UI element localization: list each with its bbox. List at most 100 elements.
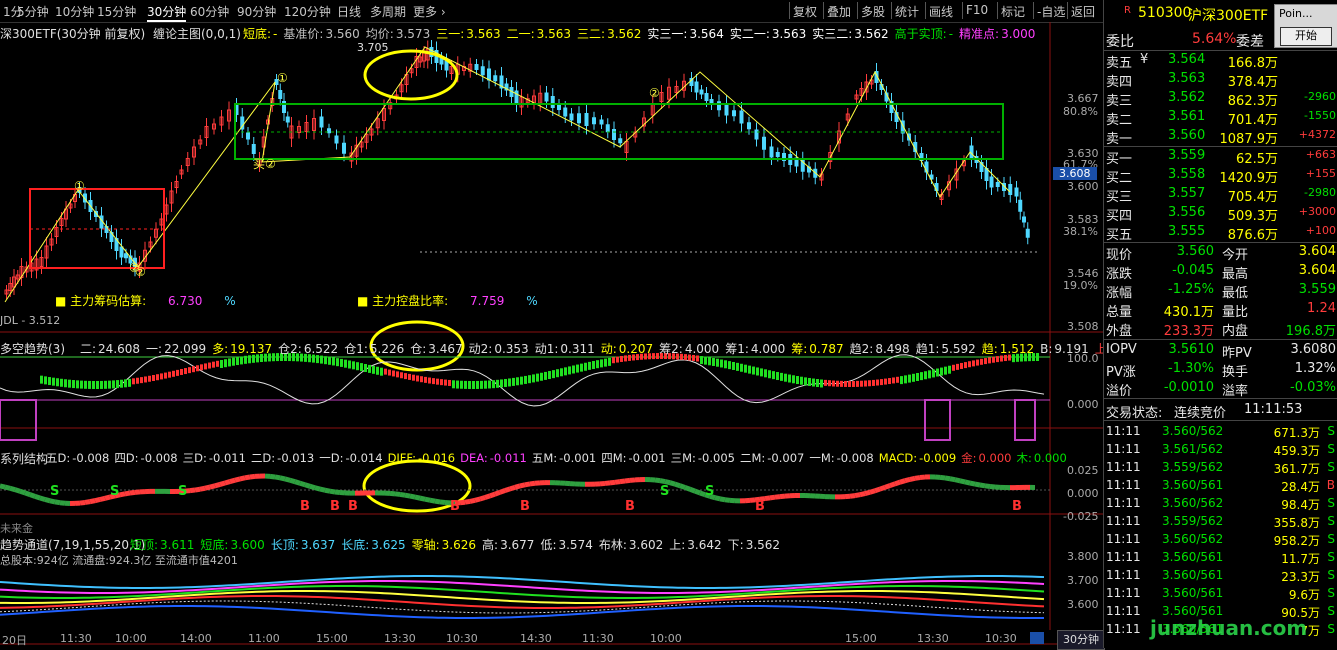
toolbar-button[interactable]: 统计 <box>895 3 919 20</box>
tick-volume: 355.8万 <box>1274 514 1320 531</box>
ask-price: 3.561 <box>1168 109 1205 124</box>
macd-ribbon <box>860 494 865 495</box>
macd-ribbon <box>25 493 30 495</box>
tick-list[interactable]: 11:113.560/562671.3万S11:113.561/562459.3… <box>1104 421 1337 648</box>
trend-band-bar <box>460 381 463 389</box>
wave-annotation: ② <box>135 265 146 279</box>
tick-volume: 98.4万 <box>1281 496 1320 513</box>
timeframe-tab[interactable]: 多周期 <box>370 3 406 20</box>
toolbar-button[interactable]: -自选 <box>1037 3 1065 20</box>
param-label: 实二一: <box>730 27 770 41</box>
candle-body <box>776 153 779 157</box>
timeframe-tab[interactable]: 15分钟 <box>97 3 136 20</box>
trend-band-bar <box>548 371 551 379</box>
toolbar-button[interactable]: 复权 <box>793 3 817 20</box>
macd-ribbon <box>465 501 470 502</box>
param-item: 基准价:3.560 <box>283 27 359 41</box>
toolbar-button[interactable]: 画线 <box>929 3 953 20</box>
toolbar-button[interactable]: 返回 <box>1071 3 1095 20</box>
trend-band-bar <box>384 369 387 375</box>
stat-label: 今开 <box>1222 244 1248 263</box>
macd-ribbon <box>45 499 50 500</box>
bid-row[interactable]: 买一3.55962.5万+663 <box>1104 147 1337 166</box>
tick-side: S <box>1327 442 1335 456</box>
bid-row[interactable]: 买三3.557705.4万-2980 <box>1104 185 1337 204</box>
quote-panel: R 510300 沪深300ETF 委比 5.64% 委差 卖五¥3.56416… <box>1103 0 1337 648</box>
ask-label: 卖五 <box>1106 52 1132 71</box>
trend-band-bar <box>428 378 431 384</box>
tick-volume: 23.3万 <box>1281 568 1320 585</box>
toolbar-button[interactable]: 多股 <box>861 3 885 20</box>
bid-row[interactable]: 买二3.5581420.9万+155 <box>1104 166 1337 185</box>
trend-band-bar <box>200 364 203 370</box>
bid-row[interactable]: 买五3.555876.6万+100 <box>1104 223 1337 242</box>
macd-ribbon <box>205 487 210 488</box>
timeframe-tab[interactable]: 30分钟 <box>147 3 186 22</box>
bid-label: 买四 <box>1106 205 1132 224</box>
trend-panel-title[interactable]: 多空趋势(3) <box>0 340 65 357</box>
macd-ribbon <box>515 486 520 487</box>
param-label: 二: <box>80 342 96 356</box>
candle-body <box>695 82 698 92</box>
macd-ribbon <box>310 486 315 487</box>
channel-panel-title[interactable]: 趋势通道(7,19,1,55,20,1) <box>0 536 145 553</box>
toolbar-button[interactable]: 叠加 <box>827 3 851 20</box>
timeframe-tab[interactable]: 10分钟 <box>55 3 94 20</box>
macd-sub-label: 未来金 <box>0 520 33 536</box>
tick-time: 11:11 <box>1106 424 1141 438</box>
time-tick: 11:30 <box>60 632 92 645</box>
timeframe-tab[interactable]: 5分钟 <box>17 3 49 20</box>
pct-axis-label: 80.8% <box>1063 105 1098 118</box>
price-axis-label: 3.600 <box>1067 180 1099 193</box>
pointer-popup: Poin... 开始 <box>1274 4 1337 48</box>
timeframe-tab[interactable]: 日线 <box>337 3 361 20</box>
macd-ribbon <box>425 499 430 500</box>
param-label: DEA: <box>460 451 488 465</box>
bid-volume: 62.5万 <box>1236 148 1278 167</box>
ask-row[interactable]: 卖三3.562862.3万-2960 <box>1104 89 1337 108</box>
toolbar-separator <box>962 2 963 19</box>
period-tab[interactable]: 30分钟 <box>1057 630 1105 650</box>
timeframe-tab[interactable]: 更多 › <box>413 3 446 20</box>
param-label: 短底: <box>243 27 271 41</box>
timeframe-tab[interactable]: 90分钟 <box>237 3 276 20</box>
trend-band-bar <box>516 377 519 385</box>
trend-band-bar <box>604 359 607 367</box>
timeframe-tab[interactable]: 60分钟 <box>190 3 229 20</box>
ask-row[interactable]: 卖一3.5601087.9万+4372 <box>1104 127 1337 146</box>
ask-label: 卖三 <box>1106 90 1132 109</box>
macd-ribbon <box>95 499 100 500</box>
bid-row[interactable]: 买四3.556509.3万+3000 <box>1104 204 1337 223</box>
timeframe-tab[interactable]: 120分钟 <box>284 3 331 20</box>
param-value: 3.600 <box>230 538 264 552</box>
start-button[interactable]: 开始 <box>1280 27 1332 46</box>
macd-panel-title[interactable]: 系列结构 <box>0 450 48 467</box>
param-label: 短顶: <box>130 538 158 552</box>
indicator-name[interactable]: 缠论主图(0,0,1) <box>153 25 241 42</box>
toolbar-button[interactable]: F10 <box>966 3 988 17</box>
main-indicator-params: 短底:-基准价:3.560均价:3.573三一:3.563二一:3.563三二:… <box>243 25 1041 42</box>
param-value: 8.498 <box>875 342 909 356</box>
chart-area[interactable]: ①②①②买②②SSSBBBBBBSSBB 深300ETF(30分钟 前复权) 缠… <box>0 22 1103 648</box>
trend-band-bar <box>196 365 199 371</box>
trend-band-bar <box>708 357 711 365</box>
trend-band-bar <box>344 360 347 368</box>
param-item: 长顶:3.637 <box>271 538 335 552</box>
stat-label: 量比 <box>1222 301 1248 320</box>
param-item: 精准点:3.000 <box>959 27 1035 41</box>
tick-time: 11:11 <box>1106 622 1141 636</box>
ask-row[interactable]: 卖五¥3.564166.8万 <box>1104 51 1337 70</box>
param-label: 一: <box>146 342 162 356</box>
param-value: 3.626 <box>442 538 476 552</box>
stat-row: 涨跌-0.045最高3.604 <box>1104 262 1337 281</box>
trend-band-bar <box>580 364 583 372</box>
tick-volume: 361.7万 <box>1274 460 1320 477</box>
ask-row[interactable]: 卖二3.561701.4万-1550 <box>1104 108 1337 127</box>
ask-row[interactable]: 卖四3.563378.4万 <box>1104 70 1337 89</box>
toolbar-button[interactable]: 标记 <box>1001 3 1025 20</box>
candle-body <box>996 183 999 187</box>
param-label: 仓: <box>410 342 426 356</box>
param-value: 3.642 <box>687 538 721 552</box>
param-label: 一M: <box>809 451 834 465</box>
scroll-thumb[interactable] <box>1030 632 1044 644</box>
